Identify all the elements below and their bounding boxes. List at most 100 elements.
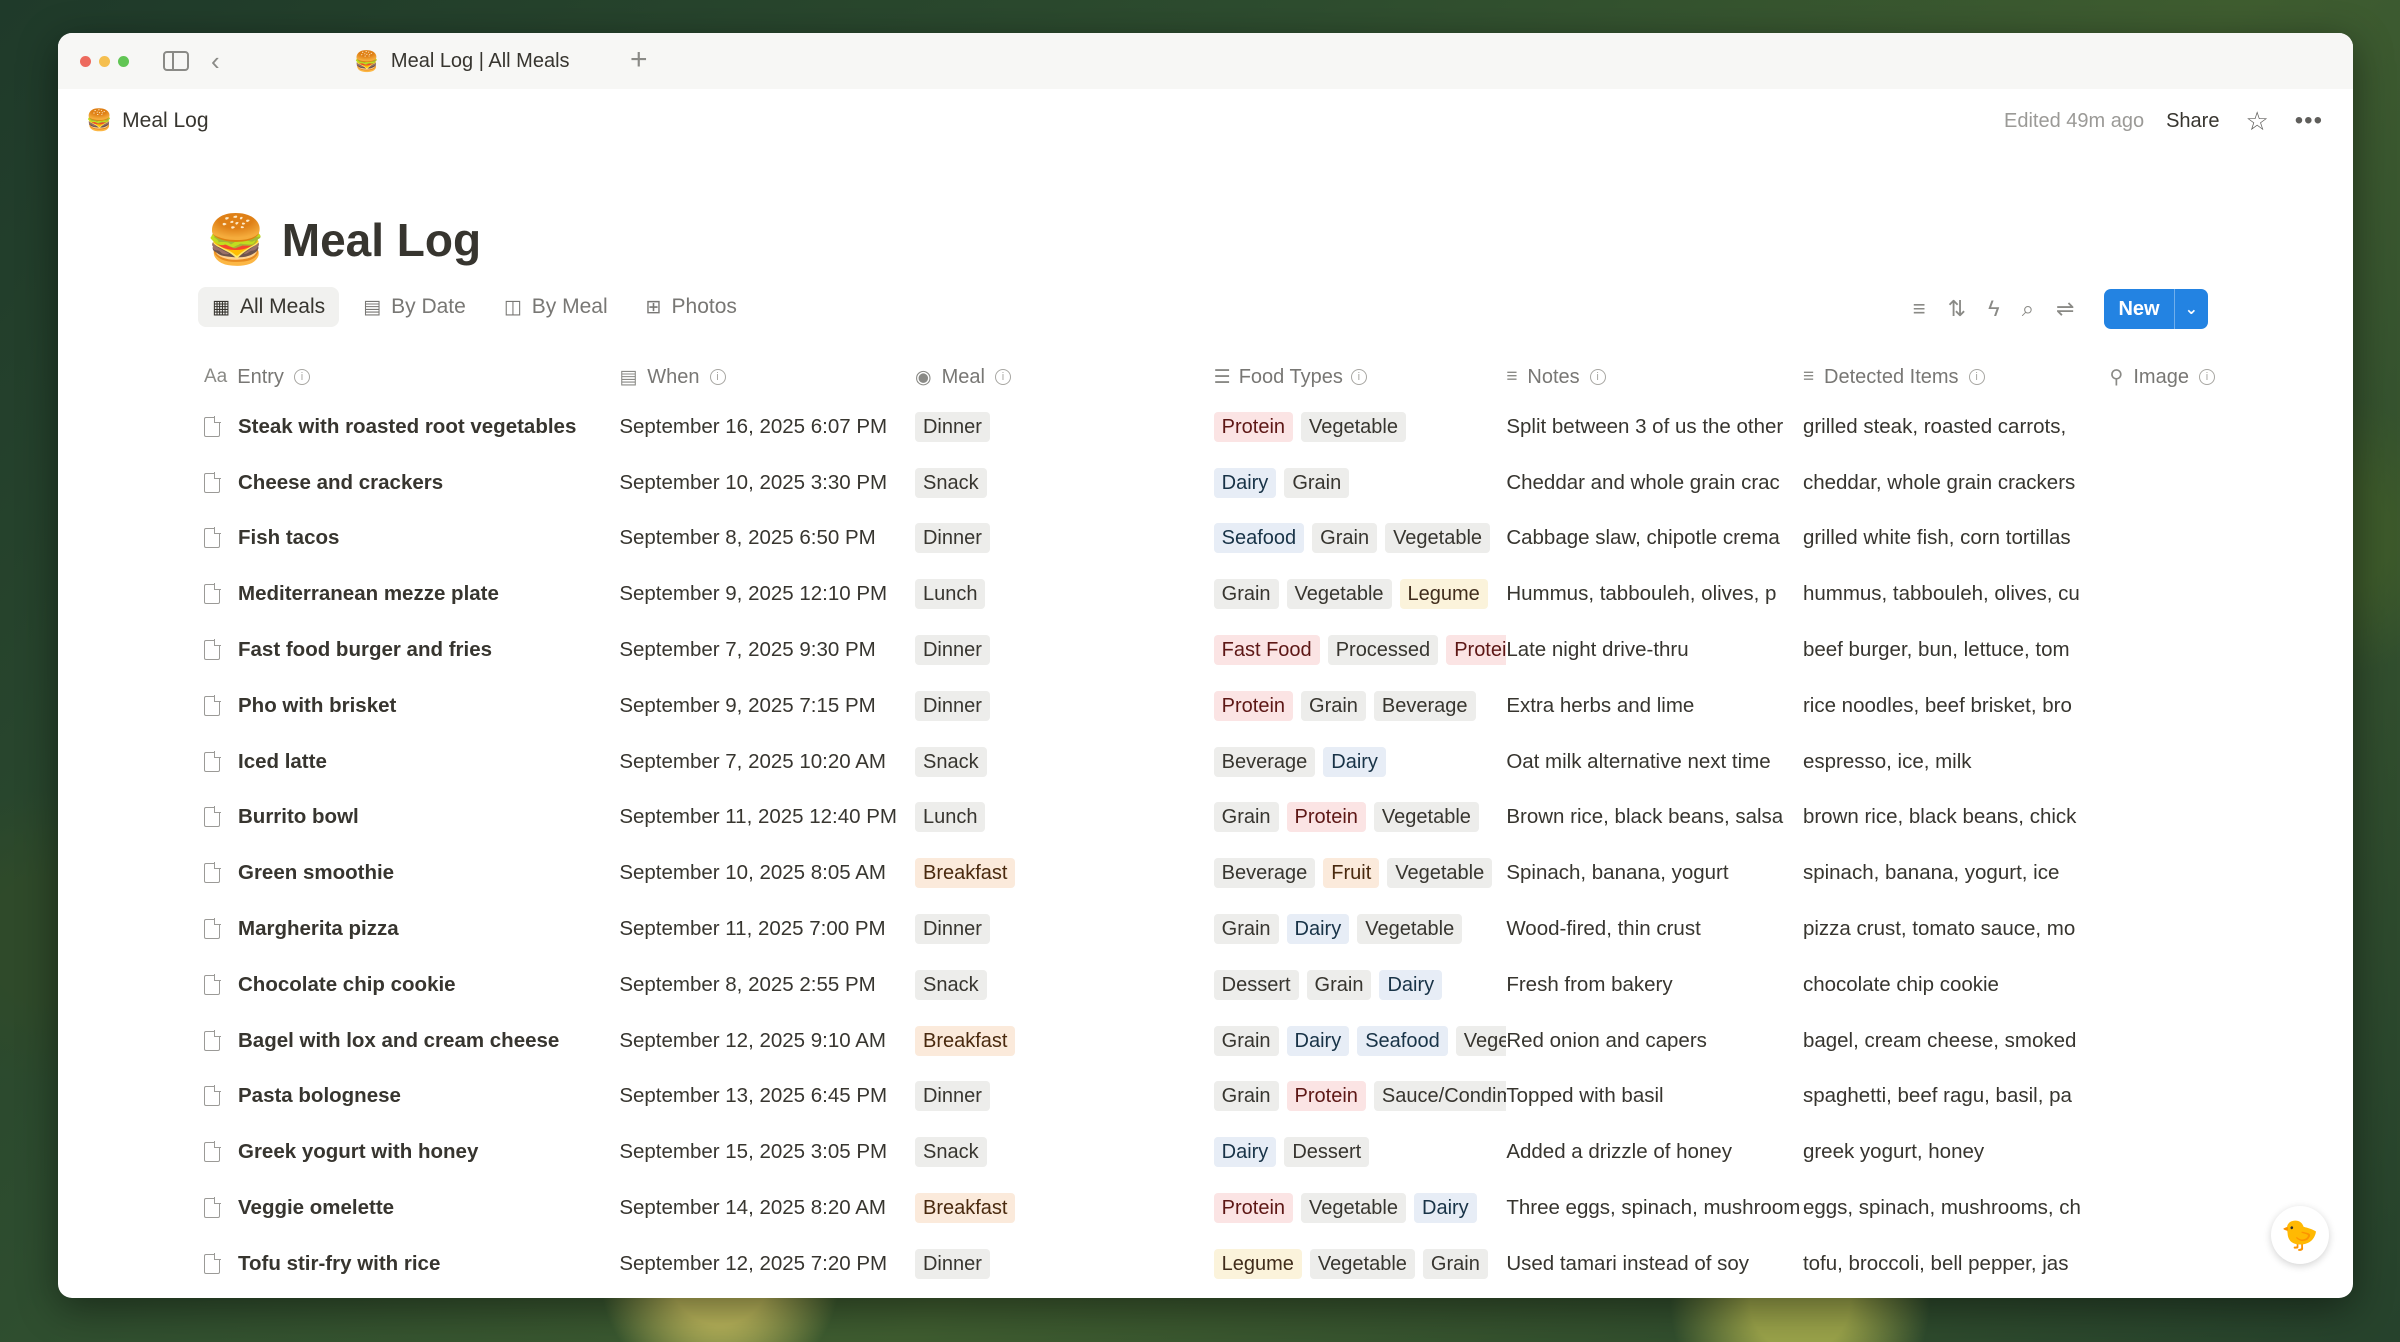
- when-cell[interactable]: September 11, 2025 7:00 PM: [616, 917, 913, 941]
- new-tab-icon[interactable]: +: [630, 43, 648, 77]
- food-types-cell[interactable]: Fast FoodProcessedProtein: [1210, 635, 1507, 666]
- entry-title[interactable]: Margherita pizza: [238, 917, 399, 941]
- notes-cell[interactable]: Brown rice, black beans, salsa: [1506, 805, 1803, 829]
- when-cell[interactable]: September 13, 2025 6:45 PM: [616, 1084, 913, 1108]
- notes-cell[interactable]: Hummus, tabbouleh, olives, p: [1506, 582, 1803, 606]
- sidebar-toggle-icon[interactable]: [163, 51, 189, 71]
- entry-title[interactable]: Cheese and crackers: [238, 471, 443, 495]
- entry-title[interactable]: Burrito bowl: [238, 805, 359, 829]
- column-header-notes[interactable]: ≡ Notes i: [1506, 366, 1803, 389]
- detected-items-cell[interactable]: spinach, banana, yogurt, ice: [1803, 861, 2110, 885]
- detected-items-cell[interactable]: rice noodles, beef brisket, bro: [1803, 694, 2110, 718]
- when-cell[interactable]: September 7, 2025 9:30 PM: [616, 638, 913, 662]
- chevron-down-icon[interactable]: ⌄: [2173, 289, 2208, 329]
- browser-tab[interactable]: 🍔 Meal Log | All Meals: [336, 41, 636, 81]
- entry-cell[interactable]: Veggie omelette: [198, 1196, 616, 1220]
- food-types-cell[interactable]: Grain Dairy Vegetable: [1210, 914, 1507, 945]
- meal-cell[interactable]: Snack: [913, 746, 1210, 777]
- detected-items-cell[interactable]: eggs, spinach, mushrooms, ch: [1803, 1196, 2110, 1220]
- entry-cell[interactable]: Pasta bolognese: [198, 1084, 616, 1108]
- entry-title[interactable]: Steak with roasted root vegetables: [238, 415, 576, 439]
- column-header-detected-items[interactable]: ≡ Detected Items i: [1803, 366, 2110, 389]
- food-types-cell[interactable]: Grain Vegetable Legume: [1210, 579, 1507, 610]
- entry-title[interactable]: Fast food burger and fries: [238, 638, 492, 662]
- entry-cell[interactable]: Pho with brisket: [198, 694, 616, 718]
- info-icon[interactable]: i: [1589, 369, 1606, 385]
- when-cell[interactable]: September 10, 2025 3:30 PM: [616, 471, 913, 495]
- detected-items-cell[interactable]: bagel, cream cheese, smoked: [1803, 1029, 2110, 1053]
- when-cell[interactable]: September 12, 2025 9:10 AM: [616, 1029, 913, 1053]
- meal-cell[interactable]: Dinner: [913, 411, 1210, 442]
- table-row[interactable]: Pasta bolognese September 13, 2025 6:45 …: [198, 1069, 2238, 1125]
- entry-cell[interactable]: Green smoothie: [198, 861, 616, 885]
- when-cell[interactable]: September 9, 2025 7:15 PM: [616, 694, 913, 718]
- notes-cell[interactable]: Spinach, banana, yogurt: [1506, 861, 1803, 885]
- table-row[interactable]: Steak with roasted root vegetables Septe…: [198, 399, 2238, 455]
- notes-cell[interactable]: Topped with basil: [1506, 1084, 1803, 1108]
- table-row[interactable]: Cheese and crackers September 10, 2025 3…: [198, 455, 2238, 511]
- food-types-cell[interactable]: Seafood Grain Vegetable: [1210, 523, 1507, 554]
- meal-cell[interactable]: Breakfast: [913, 1193, 1210, 1224]
- table-row[interactable]: Bagel with lox and cream cheese Septembe…: [198, 1013, 2238, 1069]
- table-row[interactable]: Green smoothie September 10, 2025 8:05 A…: [198, 845, 2238, 901]
- food-types-cell[interactable]: GrainProteinSauce/Condiment: [1210, 1081, 1507, 1112]
- search-icon[interactable]: ⌕: [2022, 296, 2034, 322]
- help-assistant-icon[interactable]: 🐤: [2271, 1206, 2329, 1264]
- zoom-window-button[interactable]: [118, 55, 129, 67]
- meal-cell[interactable]: Breakfast: [913, 858, 1210, 889]
- info-icon[interactable]: i: [1968, 369, 1985, 385]
- food-types-cell[interactable]: Beverage Dairy: [1210, 746, 1507, 777]
- star-icon[interactable]: ☆: [2245, 106, 2268, 137]
- meal-cell[interactable]: Dinner: [913, 1081, 1210, 1112]
- info-icon[interactable]: i: [709, 369, 726, 385]
- entry-cell[interactable]: Fast food burger and fries: [198, 638, 616, 662]
- tab-all-meals[interactable]: ▦ All Meals: [198, 287, 340, 327]
- notes-cell[interactable]: Oat milk alternative next time: [1506, 750, 1803, 774]
- notes-cell[interactable]: Late night drive-thru: [1506, 638, 1803, 662]
- sort-icon[interactable]: ⇅: [1948, 296, 1966, 322]
- when-cell[interactable]: September 8, 2025 6:50 PM: [616, 526, 913, 550]
- detected-items-cell[interactable]: grilled steak, roasted carrots,: [1803, 415, 2110, 439]
- entry-title[interactable]: Pho with brisket: [238, 694, 396, 718]
- entry-title[interactable]: Fish tacos: [238, 526, 339, 550]
- when-cell[interactable]: September 10, 2025 8:05 AM: [616, 861, 913, 885]
- entry-cell[interactable]: Chocolate chip cookie: [198, 973, 616, 997]
- table-row[interactable]: Veggie omelette September 14, 2025 8:20 …: [198, 1180, 2238, 1236]
- when-cell[interactable]: September 14, 2025 8:20 AM: [616, 1196, 913, 1220]
- notes-cell[interactable]: Wood-fired, thin crust: [1506, 917, 1803, 941]
- food-types-cell[interactable]: Dessert Grain Dairy: [1210, 969, 1507, 1000]
- table-row[interactable]: Margherita pizza September 11, 2025 7:00…: [198, 901, 2238, 957]
- notes-cell[interactable]: Fresh from bakery: [1506, 973, 1803, 997]
- food-types-cell[interactable]: Protein Vegetable: [1210, 411, 1507, 442]
- entry-cell[interactable]: Iced latte: [198, 750, 616, 774]
- meal-cell[interactable]: Snack: [913, 969, 1210, 1000]
- info-icon[interactable]: i: [994, 369, 1011, 385]
- column-header-entry[interactable]: Aa Entry i: [198, 366, 616, 389]
- detected-items-cell[interactable]: grilled white fish, corn tortillas: [1803, 526, 2110, 550]
- when-cell[interactable]: September 15, 2025 3:05 PM: [616, 1140, 913, 1164]
- notes-cell[interactable]: Split between 3 of us the other: [1506, 415, 1803, 439]
- notes-cell[interactable]: Added a drizzle of honey: [1506, 1140, 1803, 1164]
- table-row[interactable]: Chocolate chip cookie September 8, 2025 …: [198, 957, 2238, 1013]
- notes-cell[interactable]: Extra herbs and lime: [1506, 694, 1803, 718]
- table-row[interactable]: Mediterranean mezze plate September 9, 2…: [198, 566, 2238, 622]
- entry-cell[interactable]: Bagel with lox and cream cheese: [198, 1029, 616, 1053]
- notes-cell[interactable]: Cabbage slaw, chipotle crema: [1506, 526, 1803, 550]
- meal-cell[interactable]: Dinner: [913, 635, 1210, 666]
- entry-cell[interactable]: Cheese and crackers: [198, 471, 616, 495]
- when-cell[interactable]: September 11, 2025 12:40 PM: [616, 805, 913, 829]
- automation-icon[interactable]: ϟ: [1988, 296, 2000, 322]
- info-icon[interactable]: i: [293, 369, 310, 385]
- new-button[interactable]: New ⌄: [2104, 289, 2208, 329]
- food-types-cell[interactable]: Legume Vegetable Grain: [1210, 1248, 1507, 1279]
- meal-cell[interactable]: Dinner: [913, 690, 1210, 721]
- entry-cell[interactable]: Greek yogurt with honey: [198, 1140, 616, 1164]
- food-types-cell[interactable]: Dairy Dessert: [1210, 1137, 1507, 1168]
- table-row[interactable]: Fish tacos September 8, 2025 6:50 PM Din…: [198, 511, 2238, 567]
- table-row[interactable]: Fast food burger and fries September 7, …: [198, 622, 2238, 678]
- food-types-cell[interactable]: Protein Grain Beverage: [1210, 690, 1507, 721]
- notes-cell[interactable]: Three eggs, spinach, mushroom: [1506, 1196, 1803, 1220]
- close-window-button[interactable]: [80, 55, 91, 67]
- entry-cell[interactable]: Fish tacos: [198, 526, 616, 550]
- table-row[interactable]: Burrito bowl September 11, 2025 12:40 PM…: [198, 790, 2238, 846]
